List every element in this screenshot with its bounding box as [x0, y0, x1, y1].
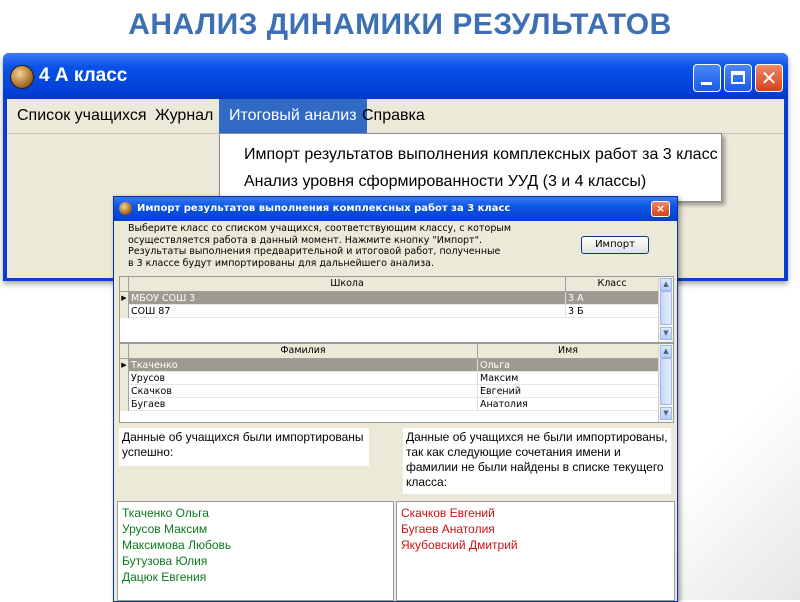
list-item: Скачков Евгений: [401, 506, 495, 520]
maximize-button[interactable]: [724, 64, 752, 92]
list-item: Максимова Любовь: [122, 538, 232, 552]
menu-students-list[interactable]: Список учащихся: [7, 99, 157, 133]
main-window-title: 4 А класс: [39, 65, 128, 86]
maximize-icon: [731, 71, 745, 84]
students-scrollbar[interactable]: ▲ ▼: [658, 344, 673, 422]
cell-class[interactable]: 3 Б: [566, 305, 659, 318]
not-imported-note: Данные об учащихся не были импортированы…: [403, 428, 671, 494]
slide-title: АНАЛИЗ ДИНАМИКИ РЕЗУЛЬТАТОВ: [128, 8, 672, 41]
column-header-first-name[interactable]: Имя: [478, 344, 659, 358]
table-row[interactable]: Скачков Евгений: [120, 385, 659, 398]
menu-help[interactable]: Справка: [352, 99, 435, 133]
scroll-thumb[interactable]: [660, 291, 672, 325]
final-analysis-dropdown: Импорт результатов выполнения комплексны…: [219, 133, 722, 202]
background-shade: [670, 340, 800, 600]
import-button[interactable]: Импорт: [581, 236, 649, 254]
table-row[interactable]: ▶ МБОУ СОШ 3 3 А: [120, 292, 659, 305]
cell-first-name[interactable]: Максим: [478, 372, 659, 385]
row-indicator: [120, 305, 129, 318]
row-indicator: [120, 385, 129, 398]
column-header-school[interactable]: Школа: [129, 277, 566, 291]
dialog-title: Импорт результатов выполнения комплексны…: [137, 203, 511, 214]
current-row-arrow-icon: ▶: [120, 359, 129, 372]
scroll-down-icon[interactable]: ▼: [660, 327, 672, 340]
schools-grid-header: Школа Класс: [120, 277, 659, 292]
dialog-close-button[interactable]: ×: [651, 201, 670, 217]
not-imported-students-list[interactable]: Скачков Евгений Бугаев Анатолия Якубовск…: [396, 501, 675, 601]
dialog-instruction: Выберите класс со списком учащихся, соот…: [128, 223, 512, 269]
column-header-class[interactable]: Класс: [566, 277, 659, 291]
row-indicator-header: [120, 277, 129, 291]
dialog-app-icon: [119, 202, 132, 215]
schools-grid[interactable]: Школа Класс ▶ МБОУ СОШ 3 3 А СОШ 87 3 Б …: [119, 276, 674, 343]
list-item: Дацюк Евгения: [122, 570, 207, 584]
cell-last-name[interactable]: Бугаев: [129, 398, 478, 411]
cell-first-name[interactable]: Евгений: [478, 385, 659, 398]
scroll-down-icon[interactable]: ▼: [660, 407, 672, 420]
cell-last-name[interactable]: Ткаченко: [129, 359, 478, 372]
scroll-up-icon[interactable]: ▲: [660, 345, 672, 358]
students-grid-header: Фамилия Имя: [120, 344, 659, 359]
cell-school[interactable]: МБОУ СОШ 3: [129, 292, 566, 305]
dialog-titlebar[interactable]: Импорт результатов выполнения комплексны…: [114, 197, 677, 221]
table-row[interactable]: Бугаев Анатолия: [120, 398, 659, 411]
imported-note: Данные об учащихся были импортированы ус…: [119, 428, 369, 466]
menu-item-uud-analysis[interactable]: Анализ уровня сформированности УУД (3 и …: [244, 173, 646, 191]
cell-first-name[interactable]: Анатолия: [478, 398, 659, 411]
import-dialog: Импорт результатов выполнения комплексны…: [113, 196, 678, 602]
cell-last-name[interactable]: Скачков: [129, 385, 478, 398]
list-item: Ткаченко Ольга: [122, 506, 209, 520]
scroll-up-icon[interactable]: ▲: [660, 278, 672, 291]
cell-last-name[interactable]: Урусов: [129, 372, 478, 385]
table-row[interactable]: ▶ Ткаченко Ольга: [120, 359, 659, 372]
minimize-button[interactable]: [693, 64, 721, 92]
menu-journal[interactable]: Журнал: [145, 99, 223, 133]
menu-item-import-results[interactable]: Импорт результатов выполнения комплексны…: [244, 146, 718, 164]
table-row[interactable]: СОШ 87 3 Б: [120, 305, 659, 318]
current-row-arrow-icon: ▶: [120, 292, 129, 305]
cell-school[interactable]: СОШ 87: [129, 305, 566, 318]
row-indicator: [120, 372, 129, 385]
menu-final-analysis[interactable]: Итоговый анализ: [219, 99, 367, 133]
list-item: Урусов Максим: [122, 522, 208, 536]
main-titlebar[interactable]: 4 А класс ✕: [3, 53, 788, 99]
row-indicator-header: [120, 344, 129, 358]
cell-first-name[interactable]: Ольга: [478, 359, 659, 372]
column-header-last-name[interactable]: Фамилия: [129, 344, 478, 358]
imported-students-list[interactable]: Ткаченко Ольга Урусов Максим Максимова Л…: [117, 501, 394, 601]
table-row[interactable]: Урусов Максим: [120, 372, 659, 385]
list-item: Якубовский Дмитрий: [401, 538, 518, 552]
app-icon[interactable]: [10, 65, 34, 89]
students-grid[interactable]: Фамилия Имя ▶ Ткаченко Ольга Урусов Макс…: [119, 343, 674, 423]
close-button[interactable]: ✕: [755, 64, 783, 92]
schools-scrollbar[interactable]: ▲ ▼: [658, 277, 673, 342]
cell-class[interactable]: 3 А: [566, 292, 659, 305]
list-item: Бугаев Анатолия: [401, 522, 495, 536]
close-icon: ✕: [760, 66, 778, 90]
list-item: Бутузова Юлия: [122, 554, 208, 568]
menu-bar: Список учащихся Журнал Итоговый анализ С…: [7, 99, 784, 134]
scroll-thumb[interactable]: [660, 358, 672, 405]
row-indicator: [120, 398, 129, 411]
minimize-icon: [701, 82, 712, 85]
